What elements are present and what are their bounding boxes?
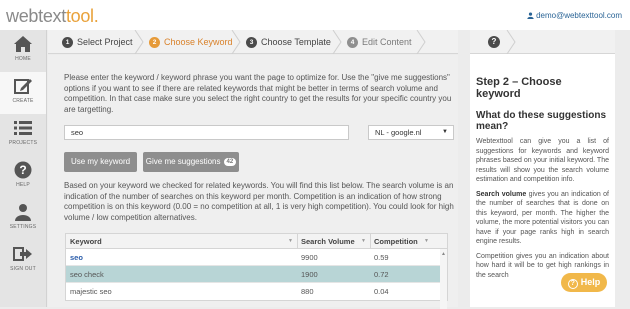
table-row[interactable]: seo 9900 0.59 bbox=[66, 249, 447, 266]
help-panel-header: ? bbox=[470, 30, 615, 54]
keyword-cell[interactable]: seo bbox=[70, 249, 83, 266]
help-button[interactable]: ? Help bbox=[561, 273, 607, 292]
user-icon bbox=[527, 12, 534, 19]
sidebar-item-label: HELP bbox=[16, 182, 30, 188]
step-choose-template[interactable]: 3 Choose Template bbox=[246, 30, 331, 54]
table-row[interactable]: majestic seo 880 0.04 bbox=[66, 283, 447, 300]
home-icon bbox=[14, 36, 32, 52]
column-header-search-volume[interactable]: Search Volume bbox=[301, 234, 355, 249]
step-choose-keyword[interactable]: 2 Choose Keyword bbox=[149, 30, 233, 54]
suggestions-table: Keyword ▼ Search Volume ▼ Competition ▼ … bbox=[65, 233, 448, 309]
sort-icon[interactable]: ▼ bbox=[288, 234, 293, 249]
column-divider bbox=[297, 234, 298, 249]
suggestions-count-badge: 42 bbox=[223, 158, 237, 166]
svg-text:?: ? bbox=[19, 163, 26, 177]
competition-cell: 0.04 bbox=[374, 287, 389, 296]
help-paragraph: Search volume gives you an indication of… bbox=[476, 190, 609, 246]
use-my-keyword-button[interactable]: Use my keyword bbox=[64, 152, 137, 172]
table-scrollbar[interactable]: ▲ bbox=[440, 249, 447, 309]
sort-icon[interactable]: ▼ bbox=[424, 234, 429, 249]
user-account-link[interactable]: demo@webtexttool.com bbox=[527, 11, 622, 20]
help-title: Step 2 – Choose keyword bbox=[476, 76, 562, 100]
help-subtitle: What do these suggestions mean? bbox=[476, 110, 607, 132]
column-header-competition[interactable]: Competition bbox=[374, 234, 418, 249]
step-select-project[interactable]: 1 Select Project bbox=[62, 30, 133, 54]
keyword-cell[interactable]: majestic seo bbox=[70, 283, 112, 300]
wizard-steps: 1 Select Project 2 Choose Keyword 3 Choose … bbox=[48, 30, 458, 54]
keyword-panel: Please enter the keyword / keyword phras… bbox=[48, 55, 458, 309]
person-icon bbox=[15, 204, 31, 221]
chevron-right-icon bbox=[506, 30, 516, 54]
user-email: demo@webtexttool.com bbox=[536, 11, 622, 20]
question-icon: ? bbox=[567, 279, 578, 289]
panel-gap bbox=[458, 30, 470, 307]
sidebar: HOME CREATE PROJECTS ? HELP SETTINGS SIG… bbox=[0, 30, 47, 307]
sort-icon[interactable]: ▼ bbox=[361, 234, 366, 249]
volume-cell: 9900 bbox=[301, 253, 318, 262]
intro-text: Please enter the keyword / keyword phras… bbox=[64, 73, 452, 114]
sidebar-item-home[interactable]: HOME bbox=[0, 30, 46, 72]
top-bar: webtexttool. demo@webtexttool.com bbox=[0, 0, 630, 30]
signout-icon bbox=[13, 247, 32, 261]
table-row[interactable]: seo check 1900 0.72 bbox=[66, 266, 447, 283]
help-paragraph: Webtexttool can give you a list of sugge… bbox=[476, 138, 609, 183]
column-header-keyword[interactable]: Keyword bbox=[70, 234, 102, 249]
chevron-right-icon bbox=[332, 30, 342, 54]
sidebar-item-create[interactable]: CREATE bbox=[0, 72, 46, 114]
column-divider bbox=[370, 234, 371, 249]
country-select[interactable]: NL - google.nl ▼ bbox=[368, 125, 454, 140]
sidebar-item-help[interactable]: ? HELP bbox=[0, 156, 46, 198]
sidebar-item-label: SIGN OUT bbox=[10, 266, 36, 272]
sidebar-item-label: SETTINGS bbox=[9, 224, 37, 230]
keyword-cell[interactable]: seo check bbox=[70, 266, 104, 283]
table-header: Keyword ▼ Search Volume ▼ Competition ▼ bbox=[66, 234, 447, 249]
sidebar-item-label: CREATE bbox=[12, 98, 34, 104]
help-panel: ? Step 2 – Choose keyword What do these … bbox=[470, 30, 615, 307]
volume-cell: 1900 bbox=[301, 270, 318, 279]
chevron-right-icon bbox=[231, 30, 241, 54]
sidebar-item-sign-out[interactable]: SIGN OUT bbox=[0, 240, 46, 282]
page-edge bbox=[615, 30, 630, 307]
sidebar-item-label: HOME bbox=[15, 56, 31, 62]
chevron-right-icon bbox=[416, 30, 426, 54]
competition-cell: 0.59 bbox=[374, 253, 389, 262]
sidebar-item-projects[interactable]: PROJECTS bbox=[0, 114, 46, 156]
results-description: Based on your keyword we checked for rel… bbox=[64, 181, 454, 222]
help-content: Step 2 – Choose keyword What do these su… bbox=[476, 76, 609, 280]
step-edit-content[interactable]: 4 Edit Content bbox=[347, 30, 412, 54]
edit-icon bbox=[14, 79, 32, 94]
list-icon bbox=[14, 121, 32, 135]
chevron-right-icon bbox=[134, 30, 144, 54]
app-logo[interactable]: webtexttool. bbox=[6, 6, 99, 27]
sidebar-item-label: PROJECTS bbox=[8, 140, 38, 146]
caret-down-icon: ▼ bbox=[442, 129, 448, 135]
sidebar-item-settings[interactable]: SETTINGS bbox=[0, 198, 46, 240]
question-icon: ? bbox=[14, 161, 32, 179]
keyword-input[interactable]: seo bbox=[64, 125, 349, 140]
country-select-value: NL - google.nl bbox=[375, 128, 422, 137]
volume-cell: 880 bbox=[301, 287, 314, 296]
competition-cell: 0.72 bbox=[374, 270, 389, 279]
scroll-up-icon[interactable]: ▲ bbox=[441, 251, 446, 257]
question-icon: ? bbox=[488, 36, 500, 48]
give-me-suggestions-button[interactable]: Give me suggestions 42 bbox=[143, 152, 239, 172]
